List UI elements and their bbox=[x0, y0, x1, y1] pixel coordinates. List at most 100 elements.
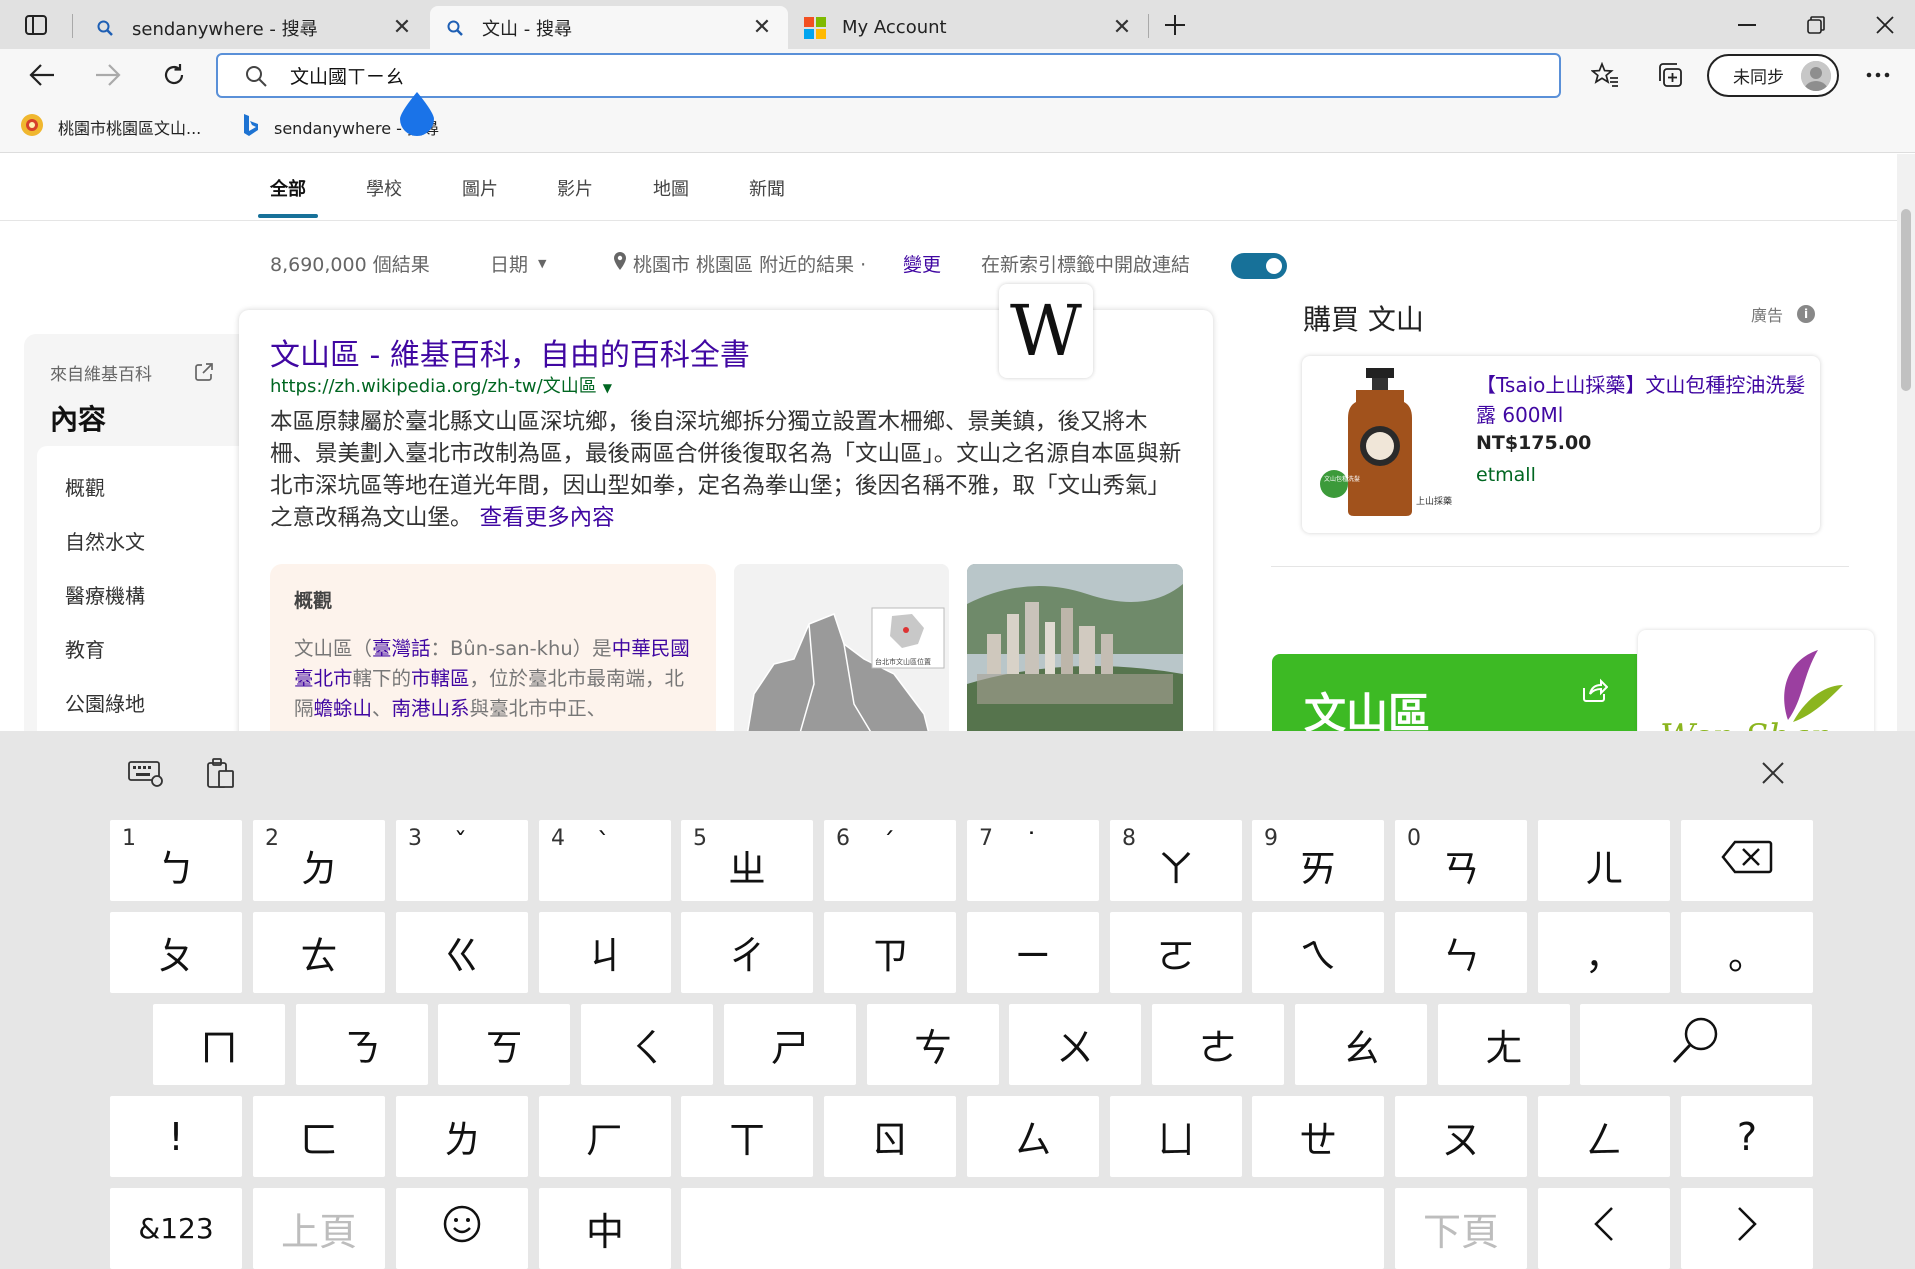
key-period[interactable]: 。 bbox=[1681, 912, 1813, 993]
profile-sync-button[interactable]: 未同步 bbox=[1707, 54, 1839, 97]
entity-logo-image[interactable]: Wen Shan bbox=[1638, 630, 1874, 731]
key-bopomofo[interactable]: 9ㄞ bbox=[1252, 820, 1384, 901]
key-tone-4[interactable]: 4ˋ bbox=[539, 820, 671, 901]
minimize-icon[interactable] bbox=[1727, 0, 1767, 49]
key-bopomofo[interactable]: ㄎ bbox=[438, 1004, 570, 1085]
key-bopomofo[interactable]: ㄙ bbox=[967, 1096, 1099, 1177]
key-comma[interactable]: ， bbox=[1538, 912, 1670, 993]
key-bopomofo[interactable]: ㄇ bbox=[153, 1004, 285, 1085]
overview-link[interactable]: 蟾蜍山 bbox=[314, 697, 373, 720]
emoji-key[interactable] bbox=[396, 1188, 528, 1269]
toc-item[interactable]: 醫療機構 bbox=[65, 580, 145, 609]
key-bopomofo[interactable]: ㄒ bbox=[681, 1096, 813, 1177]
space-key[interactable] bbox=[681, 1188, 1384, 1269]
key-exclamation[interactable]: ! bbox=[110, 1096, 242, 1177]
key-bopomofo[interactable]: ㄧ bbox=[967, 912, 1099, 993]
product-card[interactable]: 文山包種洗髮 上山採藥 【Tsaio上山採藥】文山包種控油洗髮露 600Ml N… bbox=[1302, 356, 1820, 533]
overview-link[interactable]: 臺灣話 bbox=[372, 637, 431, 660]
more-options-icon[interactable] bbox=[1858, 55, 1898, 95]
key-bopomofo[interactable]: ㄠ bbox=[1295, 1004, 1427, 1085]
toc-item[interactable]: 自然水文 bbox=[65, 526, 145, 555]
keyboard-settings-icon[interactable] bbox=[126, 755, 166, 791]
key-bopomofo[interactable]: ㄤ bbox=[1438, 1004, 1570, 1085]
refresh-button[interactable] bbox=[154, 55, 194, 95]
favorites-star-icon[interactable] bbox=[1585, 55, 1625, 95]
prev-page-key[interactable]: 上頁 bbox=[253, 1188, 385, 1269]
scope-maps[interactable]: 地圖 bbox=[653, 175, 689, 201]
key-bopomofo[interactable]: ㄆ bbox=[110, 912, 242, 993]
forward-button[interactable] bbox=[88, 55, 128, 95]
key-bopomofo[interactable]: ㄈ bbox=[253, 1096, 385, 1177]
new-tab-toggle[interactable] bbox=[1231, 253, 1287, 279]
result-url[interactable]: https://zh.wikipedia.org/zh-tw/文山區 ▼ bbox=[270, 372, 612, 398]
address-input[interactable]: 文山國ㄒㄧㄠ bbox=[290, 62, 404, 89]
key-bopomofo[interactable]: ㄜ bbox=[1152, 1004, 1284, 1085]
key-question[interactable]: ? bbox=[1681, 1096, 1813, 1177]
overview-link[interactable]: 南港山系 bbox=[392, 697, 470, 720]
tab-sendanywhere[interactable]: sendanywhere - 搜尋 ✕ bbox=[80, 6, 428, 49]
key-bopomofo[interactable]: ㄨ bbox=[1009, 1004, 1141, 1085]
back-button[interactable] bbox=[22, 55, 62, 95]
key-bopomofo[interactable]: 0ㄢ bbox=[1395, 820, 1527, 901]
overview-link[interactable]: 市轄區 bbox=[411, 667, 470, 690]
district-photo-image[interactable] bbox=[967, 564, 1183, 731]
share-icon[interactable] bbox=[1582, 678, 1609, 706]
close-tab-icon[interactable]: ✕ bbox=[390, 15, 414, 40]
key-bopomofo[interactable]: ㄣ bbox=[1395, 912, 1527, 993]
close-keyboard-icon[interactable] bbox=[1753, 755, 1793, 791]
result-title-link[interactable]: 文山區 - 維基百科，自由的百科全書 bbox=[270, 330, 750, 374]
scope-videos[interactable]: 影片 bbox=[557, 175, 593, 201]
key-bopomofo[interactable]: ㄏ bbox=[539, 1096, 671, 1177]
toc-item[interactable]: 教育 bbox=[65, 634, 105, 663]
key-bopomofo[interactable]: ㄋ bbox=[296, 1004, 428, 1085]
product-image[interactable]: 文山包種洗髮 上山採藥 bbox=[1316, 366, 1464, 521]
key-tone-2[interactable]: 6ˊ bbox=[824, 820, 956, 901]
key-tone-3[interactable]: 3ˇ bbox=[396, 820, 528, 901]
key-bopomofo[interactable]: 8ㄚ bbox=[1110, 820, 1242, 901]
restore-icon[interactable] bbox=[1796, 0, 1836, 49]
product-name-link[interactable]: 【Tsaio上山採藥】文山包種控油洗髮露 600Ml bbox=[1476, 370, 1811, 430]
entity-card-header[interactable]: 文山區 bbox=[1272, 654, 1637, 731]
location-change-link[interactable]: 變更 bbox=[903, 250, 941, 277]
ime-mode-key[interactable]: 中 bbox=[539, 1188, 671, 1269]
district-map-image[interactable]: 台北市文山區位置 bbox=[734, 564, 949, 731]
toc-item[interactable]: 概觀 bbox=[65, 472, 105, 501]
next-page-key[interactable]: 下頁 bbox=[1395, 1188, 1527, 1269]
page-scrollbar[interactable] bbox=[1897, 154, 1915, 731]
key-bopomofo[interactable]: 2ㄉ bbox=[253, 820, 385, 901]
key-bopomofo[interactable]: ㄕ bbox=[724, 1004, 856, 1085]
date-filter[interactable]: 日期 ▼ bbox=[490, 250, 546, 277]
key-bopomofo[interactable]: ㄌ bbox=[396, 1096, 528, 1177]
key-bopomofo[interactable]: ㄛ bbox=[1110, 912, 1242, 993]
scope-images[interactable]: 圖片 bbox=[462, 175, 498, 201]
key-bopomofo[interactable]: ㄑ bbox=[581, 1004, 713, 1085]
info-icon[interactable]: i bbox=[1797, 305, 1816, 323]
key-bopomofo[interactable]: ㄘ bbox=[867, 1004, 999, 1085]
tab-actions-icon[interactable] bbox=[16, 0, 56, 49]
key-bopomofo[interactable]: ㄔ bbox=[681, 912, 813, 993]
close-tab-icon[interactable]: ✕ bbox=[750, 15, 774, 40]
key-bopomofo[interactable]: ㄗ bbox=[824, 912, 956, 993]
key-bopomofo[interactable]: ㄝ bbox=[1252, 1096, 1384, 1177]
backspace-key[interactable] bbox=[1681, 820, 1813, 901]
tab-wenshan[interactable]: 文山 - 搜尋 ✕ bbox=[430, 6, 788, 49]
cursor-left-key[interactable] bbox=[1538, 1188, 1670, 1269]
key-bopomofo[interactable]: ㄥ bbox=[1538, 1096, 1670, 1177]
chevron-down-icon[interactable]: ▼ bbox=[603, 381, 612, 395]
key-bopomofo[interactable]: ㄖ bbox=[824, 1096, 956, 1177]
key-bopomofo[interactable]: 5ㄓ bbox=[681, 820, 813, 901]
key-bopomofo[interactable]: ㄩ bbox=[1110, 1096, 1242, 1177]
key-bopomofo[interactable]: ㄡ bbox=[1395, 1096, 1527, 1177]
key-tone-neutral[interactable]: 7 ˙ bbox=[967, 820, 1099, 901]
key-bopomofo[interactable]: 1ㄅ bbox=[110, 820, 242, 901]
key-bopomofo[interactable]: ㄍ bbox=[396, 912, 528, 993]
symbols-key[interactable]: &123 bbox=[110, 1188, 242, 1269]
clipboard-icon[interactable] bbox=[200, 755, 240, 791]
touch-cursor-handle[interactable] bbox=[398, 92, 436, 136]
search-key[interactable] bbox=[1580, 1004, 1812, 1085]
key-bopomofo[interactable]: ㄊ bbox=[253, 912, 385, 993]
scope-all[interactable]: 全部 bbox=[270, 175, 306, 201]
key-bopomofo[interactable]: ㄦ bbox=[1538, 820, 1670, 901]
scope-news[interactable]: 新聞 bbox=[749, 175, 785, 201]
favorite-item-taoyuan[interactable]: 桃園市桃園區文山... bbox=[20, 113, 201, 141]
